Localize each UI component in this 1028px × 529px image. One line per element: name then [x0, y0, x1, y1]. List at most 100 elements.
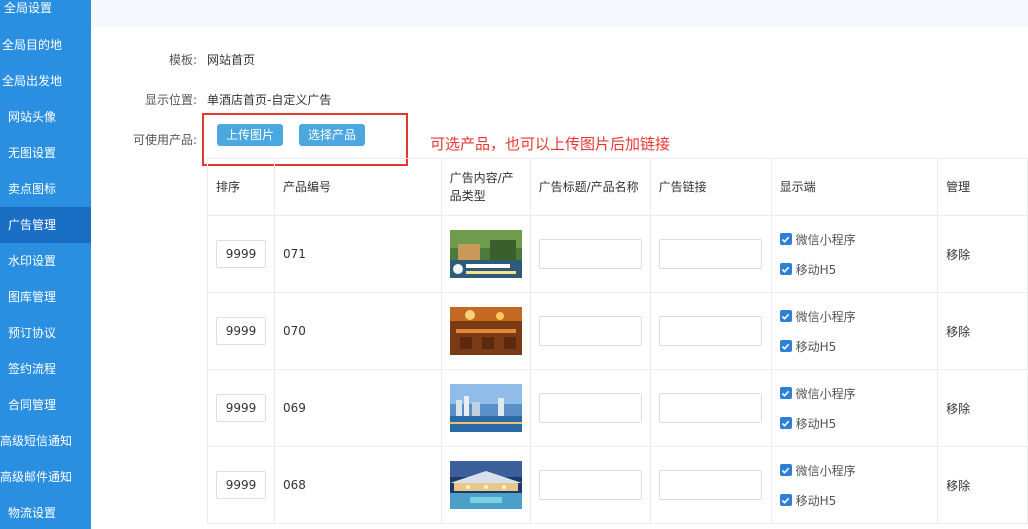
- sort-input[interactable]: 9999: [216, 394, 266, 422]
- header-content-line1: 广告内容/产: [449, 171, 514, 185]
- header-sort: 排序: [207, 158, 275, 216]
- checkbox-checked-icon[interactable]: [779, 464, 792, 476]
- ad-title-input[interactable]: [538, 470, 642, 500]
- product-code: 070: [274, 292, 442, 370]
- sidebar-item-label: 全局目的地: [2, 38, 63, 52]
- display-option-h5[interactable]: 移动H5: [779, 331, 930, 361]
- header-content: 广告内容/产 品类型: [440, 158, 531, 216]
- remove-link[interactable]: 移除: [946, 402, 970, 416]
- sidebar-item-label: 广告管理: [8, 218, 57, 232]
- table-row: 9999 070 微信小程序 移动H5 移除: [207, 292, 1028, 370]
- ad-thumbnail: [449, 230, 522, 278]
- sidebar-item-logistics[interactable]: 物流设置: [0, 495, 91, 529]
- ad-link-input[interactable]: [658, 470, 762, 500]
- header-title: 广告标题/产品名称: [529, 158, 651, 216]
- ad-thumbnail: [449, 384, 522, 432]
- products-label: 可使用产品:: [132, 133, 197, 147]
- table-header-row: 排序 产品编号 广告内容/产 品类型 广告标题/产品名称 广告链接 显示端 管理: [207, 158, 1028, 216]
- display-option-miniprogram[interactable]: 微信小程序: [779, 378, 930, 408]
- table-row: 9999 071 微信小程序 移动H5 移除: [207, 215, 1028, 293]
- remove-link[interactable]: 移除: [946, 325, 970, 339]
- option-label: 移动H5: [795, 262, 837, 277]
- display-option-miniprogram[interactable]: 微信小程序: [779, 224, 930, 254]
- sidebar-item-site-avatar[interactable]: 网站头像: [0, 99, 91, 135]
- template-value: 网站首页: [207, 53, 256, 67]
- sidebar-item-sms-notice[interactable]: 高级短信通知: [0, 423, 91, 459]
- sidebar-item-watermark[interactable]: 水印设置: [0, 243, 91, 279]
- sidebar-item-label: 无图设置: [8, 146, 57, 160]
- sidebar-item-label: 全局出发地: [2, 74, 63, 88]
- product-code: 068: [274, 446, 442, 524]
- sidebar-item-global-departure[interactable]: 全局出发地: [0, 63, 91, 99]
- option-label: 微信小程序: [795, 232, 856, 247]
- sidebar-item-label: 卖点图标: [8, 182, 57, 196]
- ad-link-input[interactable]: [658, 239, 762, 269]
- sidebar-item-gallery[interactable]: 图库管理: [0, 279, 91, 315]
- sidebar-item-label: 签约流程: [8, 362, 57, 376]
- sidebar-item-label: 高级短信通知: [0, 434, 73, 448]
- checkbox-checked-icon[interactable]: [779, 340, 792, 352]
- ads-table: 排序 产品编号 广告内容/产 品类型 广告标题/产品名称 广告链接 显示端 管理 …: [207, 158, 1028, 524]
- display-option-h5[interactable]: 移动H5: [779, 254, 930, 284]
- header-product-code: 产品编号: [274, 158, 442, 216]
- header-display: 显示端: [770, 158, 939, 216]
- sidebar-item-label: 图库管理: [8, 290, 57, 304]
- display-option-miniprogram[interactable]: 微信小程序: [779, 301, 930, 331]
- sidebar: 全局设置 全局目的地 全局出发地 网站头像 无图设置 卖点图标 广告管理 水印设…: [0, 0, 91, 529]
- sidebar-item-global-settings[interactable]: 全局设置: [0, 0, 91, 26]
- sidebar-item-ad-management[interactable]: 广告管理: [0, 207, 91, 243]
- annotation-text: 可选产品，也可以上传图片后加链接: [430, 135, 671, 153]
- table-row: 9999 068 微信小程序 移动H5 移除: [207, 446, 1028, 524]
- header-content-line2: 品类型: [449, 189, 486, 203]
- remove-link[interactable]: 移除: [946, 479, 970, 493]
- ad-link-input[interactable]: [658, 393, 762, 423]
- checkbox-checked-icon[interactable]: [779, 417, 792, 429]
- ad-link-input[interactable]: [658, 316, 762, 346]
- sidebar-item-label: 水印设置: [8, 254, 57, 268]
- position-label: 显示位置:: [144, 93, 197, 107]
- template-label: 模板:: [168, 53, 197, 67]
- display-option-h5[interactable]: 移动H5: [779, 485, 930, 515]
- option-label: 移动H5: [795, 416, 837, 431]
- ad-thumbnail: [449, 307, 522, 355]
- checkbox-checked-icon[interactable]: [779, 233, 792, 245]
- sidebar-item-global-destination[interactable]: 全局目的地: [0, 27, 91, 63]
- option-label: 微信小程序: [795, 463, 856, 478]
- checkbox-checked-icon[interactable]: [779, 387, 792, 399]
- remove-link[interactable]: 移除: [946, 248, 970, 262]
- sort-input[interactable]: 9999: [216, 317, 266, 345]
- sidebar-item-label: 预订协议: [8, 326, 57, 340]
- table-row: 9999 069 微信小程序 移动H5 移除: [207, 369, 1028, 447]
- header-manage: 管理: [937, 158, 1028, 216]
- product-code: 071: [274, 215, 442, 293]
- sort-input[interactable]: 9999: [216, 471, 266, 499]
- sidebar-item-no-image[interactable]: 无图设置: [0, 135, 91, 171]
- sidebar-item-label: 网站头像: [8, 110, 57, 124]
- position-value: 单酒店首页-自定义广告: [207, 93, 332, 107]
- sidebar-item-contract[interactable]: 合同管理: [0, 387, 91, 423]
- checkbox-checked-icon[interactable]: [779, 263, 792, 275]
- option-label: 微信小程序: [795, 309, 856, 324]
- option-label: 移动H5: [795, 493, 837, 508]
- checkbox-checked-icon[interactable]: [779, 494, 792, 506]
- ad-title-input[interactable]: [538, 239, 642, 269]
- ad-title-input[interactable]: [538, 316, 642, 346]
- top-bar: [91, 0, 1028, 27]
- option-label: 微信小程序: [795, 386, 856, 401]
- checkbox-checked-icon[interactable]: [779, 310, 792, 322]
- display-option-miniprogram[interactable]: 微信小程序: [779, 455, 930, 485]
- sidebar-item-label: 合同管理: [8, 398, 57, 412]
- sort-input[interactable]: 9999: [216, 240, 266, 268]
- display-option-h5[interactable]: 移动H5: [779, 408, 930, 438]
- header-link: 广告链接: [649, 158, 772, 216]
- sidebar-item-signing-flow[interactable]: 签约流程: [0, 351, 91, 387]
- sidebar-item-label: 全局设置: [4, 1, 53, 15]
- sidebar-item-booking-agreement[interactable]: 预订协议: [0, 315, 91, 351]
- ad-thumbnail: [449, 461, 522, 509]
- sidebar-item-email-notice[interactable]: 高级邮件通知: [0, 459, 91, 495]
- sidebar-item-selling-icons[interactable]: 卖点图标: [0, 171, 91, 207]
- option-label: 移动H5: [795, 339, 837, 354]
- ad-title-input[interactable]: [538, 393, 642, 423]
- sidebar-item-label: 物流设置: [8, 506, 57, 520]
- sidebar-item-label: 高级邮件通知: [0, 470, 73, 484]
